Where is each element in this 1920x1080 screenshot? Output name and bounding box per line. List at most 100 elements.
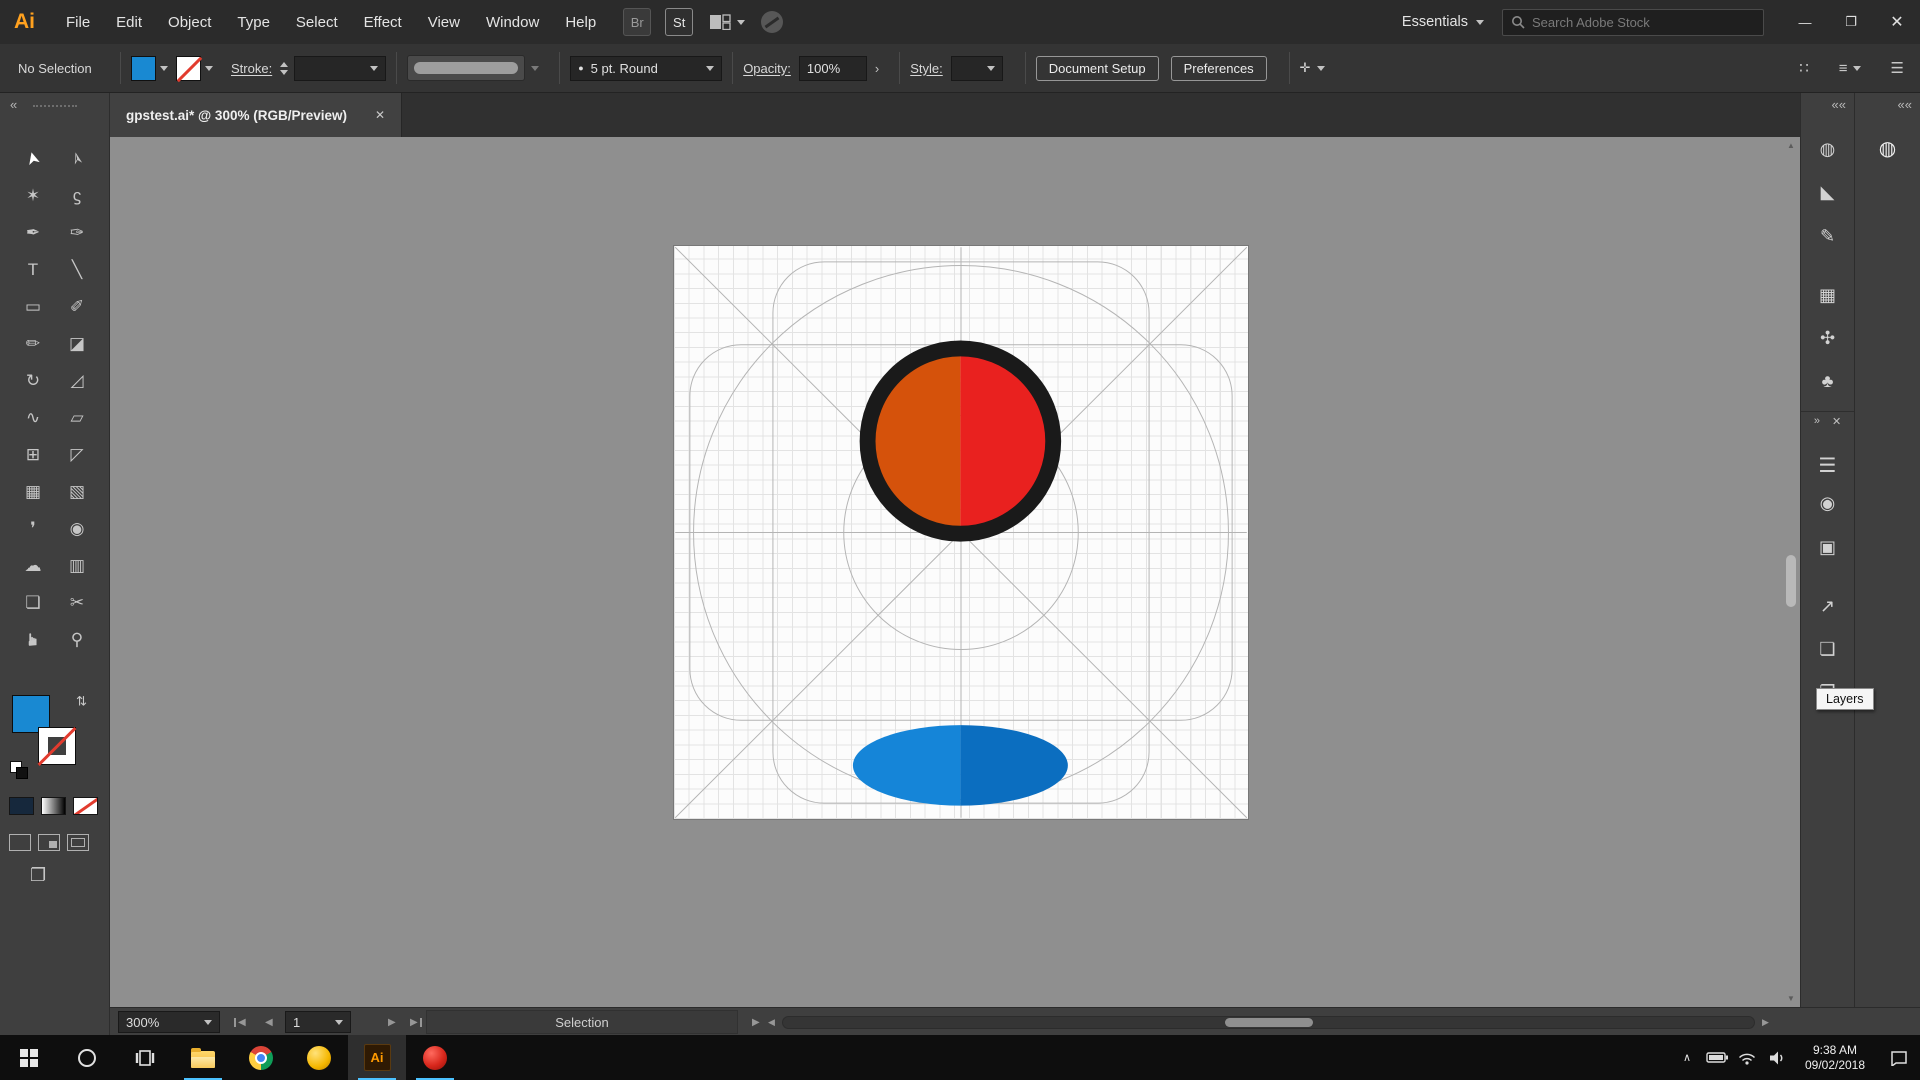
menu-view[interactable]: View <box>415 0 473 44</box>
menu-effect[interactable]: Effect <box>351 0 415 44</box>
column-graph-tool[interactable]: ▥ <box>57 549 97 582</box>
slice-tool[interactable]: ✂ <box>57 586 97 619</box>
arrange-documents-icon[interactable] <box>709 14 745 30</box>
sync-status-icon[interactable] <box>761 11 783 33</box>
stock-icon[interactable]: St <box>665 8 693 36</box>
collapse-dock-icon[interactable]: «« <box>1898 97 1912 112</box>
panel-list-options[interactable]: ≡ <box>1839 60 1861 77</box>
mesh-tool[interactable]: ▦ <box>13 475 53 508</box>
tray-overflow-icon[interactable]: ∧ <box>1672 1035 1702 1080</box>
canvas[interactable]: ▲ ▼ <box>110 137 1800 1007</box>
rectangle-tool[interactable]: ▭ <box>13 290 53 323</box>
draw-normal-button[interactable] <box>9 834 31 851</box>
preferences-button[interactable]: Preferences <box>1171 56 1267 81</box>
file-explorer-button[interactable] <box>174 1035 232 1080</box>
stroke-color-control[interactable] <box>176 56 213 81</box>
previous-artboard-button[interactable]: ◀ <box>265 1008 273 1036</box>
adobe-stock-search[interactable] <box>1502 9 1764 36</box>
type-tool[interactable]: T <box>13 253 53 286</box>
search-input[interactable] <box>1532 15 1755 30</box>
color-panel-icon[interactable]: ◉ <box>1801 489 1854 517</box>
width-tool[interactable]: ∿ <box>13 401 53 434</box>
panel-grid-icon[interactable]: ∷ <box>1799 59 1809 77</box>
artboard-number-combo[interactable]: 1 <box>285 1011 351 1033</box>
curvature-tool[interactable]: ✑ <box>57 216 97 249</box>
perspective-grid-tool[interactable]: ◸ <box>57 438 97 471</box>
scroll-up-icon[interactable]: ▲ <box>1783 141 1799 150</box>
color-button[interactable] <box>9 797 34 815</box>
minimize-button[interactable]: — <box>1782 0 1828 44</box>
close-button[interactable]: ✕ <box>1874 0 1920 44</box>
first-artboard-button[interactable]: ◀ <box>234 1008 246 1036</box>
paintbrush-tool[interactable]: ✐ <box>57 290 97 323</box>
eraser-tool[interactable]: ◪ <box>57 327 97 360</box>
pen-tool[interactable]: ✒ <box>13 216 53 249</box>
line-segment-tool[interactable]: ╲ <box>57 253 97 286</box>
symbols-panel-icon[interactable]: ♣ <box>1801 367 1854 395</box>
scroll-down-icon[interactable]: ▼ <box>1783 994 1799 1003</box>
blend-tool[interactable]: ◉ <box>57 512 97 545</box>
gradient-tool[interactable]: ▧ <box>57 475 97 508</box>
yellow-app-button[interactable] <box>290 1035 348 1080</box>
stroke-label[interactable]: Stroke: <box>231 61 272 76</box>
brushes-panel-icon[interactable]: ✣ <box>1801 324 1854 352</box>
document-tab[interactable]: gpstest.ai* @ 300% (RGB/Preview) ✕ <box>110 93 402 137</box>
style-label[interactable]: Style: <box>910 61 943 76</box>
chrome-button[interactable] <box>232 1035 290 1080</box>
opacity-combo[interactable]: 100% <box>799 56 867 81</box>
color-guide-panel-icon[interactable]: ▣ <box>1801 533 1854 561</box>
battery-icon[interactable] <box>1702 1035 1732 1080</box>
stroke-weight-stepper[interactable] <box>280 62 288 75</box>
stroke-color-swatch[interactable] <box>176 56 201 81</box>
zoom-level-combo[interactable]: 300% <box>118 1011 220 1033</box>
collapse-tools-icon[interactable]: « <box>10 97 17 112</box>
scroll-right-icon[interactable]: ▶ <box>1762 1008 1769 1036</box>
panel-menu-icon[interactable]: ☰ <box>1891 59 1904 77</box>
scroll-left-icon[interactable]: ◀ <box>768 1008 775 1036</box>
eyedropper-tool[interactable]: ❜ <box>13 512 53 545</box>
bridge-icon[interactable]: Br <box>623 8 651 36</box>
next-artboard-button[interactable]: ▶ <box>388 1008 396 1036</box>
magic-wand-tool[interactable]: ✶ <box>13 179 53 212</box>
taskbar-clock[interactable]: 9:38 AM 09/02/2018 <box>1792 1043 1878 1073</box>
menu-file[interactable]: File <box>53 0 103 44</box>
wifi-icon[interactable] <box>1732 1035 1762 1080</box>
document-setup-button[interactable]: Document Setup <box>1036 56 1159 81</box>
stroke-weight-combo[interactable] <box>294 56 386 81</box>
fill-color-control[interactable] <box>131 56 168 81</box>
two-tone-ellipse-shape[interactable] <box>853 725 1068 805</box>
restore-button[interactable]: ❐ <box>1828 0 1874 44</box>
style-combo[interactable] <box>951 56 1003 81</box>
menu-window[interactable]: Window <box>473 0 552 44</box>
menu-select[interactable]: Select <box>283 0 351 44</box>
volume-icon[interactable] <box>1762 1035 1792 1080</box>
rotate-tool[interactable]: ↻ <box>13 364 53 397</box>
red-app-button[interactable] <box>406 1035 464 1080</box>
illustrator-taskbar-button[interactable]: Ai <box>348 1035 406 1080</box>
lasso-tool[interactable]: ϛ <box>57 179 97 212</box>
export-panel-icon[interactable]: ↗ <box>1801 592 1854 620</box>
brush-definition-combo[interactable]: ● 5 pt. Round <box>570 56 722 81</box>
layers-panel-icon[interactable]: ❏ <box>1801 635 1854 663</box>
two-tone-circle-shape[interactable] <box>868 348 1054 533</box>
horizontal-scrollbar[interactable] <box>782 1016 1755 1029</box>
image-trace-panel-icon[interactable]: ✎ <box>1801 222 1854 250</box>
align-options[interactable]: ✛ <box>1300 60 1325 76</box>
selection-tool[interactable]: ➤ <box>12 135 54 182</box>
horizontal-scroll-thumb[interactable] <box>1225 1018 1313 1027</box>
cc-libraries-icon[interactable]: ◍ <box>1855 135 1920 163</box>
collapse-dock-icon[interactable]: «« <box>1832 97 1846 112</box>
none-button[interactable] <box>73 797 98 815</box>
task-view-button[interactable] <box>116 1035 174 1080</box>
direct-selection-tool[interactable]: ➢ <box>56 135 98 182</box>
gradient-panel-icon[interactable]: ◣ <box>1801 178 1854 206</box>
draw-behind-button[interactable] <box>38 834 60 851</box>
menu-object[interactable]: Object <box>155 0 224 44</box>
shaper-tool[interactable]: ✏ <box>13 327 53 360</box>
swap-fill-stroke-icon[interactable]: ⇄ <box>73 696 89 707</box>
close-panel-icon[interactable]: ✕ <box>1832 415 1841 428</box>
libraries-panel-icon[interactable]: ◍ <box>1801 135 1854 163</box>
artboard-tool[interactable]: ❏ <box>13 586 53 619</box>
shape-builder-tool[interactable]: ⊞ <box>13 438 53 471</box>
menu-type[interactable]: Type <box>224 0 283 44</box>
